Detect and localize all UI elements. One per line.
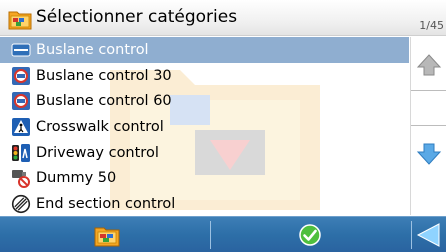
- list-item-label: Buslane control 60: [36, 93, 172, 110]
- list-item[interactable]: Driveway control: [0, 140, 409, 166]
- confirm-check-icon[interactable]: [296, 221, 324, 249]
- buslane-30-icon: [12, 66, 30, 85]
- list-item-label: Driveway control: [36, 144, 159, 161]
- rail-divider: [411, 125, 446, 126]
- back-arrow-icon[interactable]: [414, 221, 444, 249]
- category-list: Buslane control Buslane control 30 Busla…: [0, 37, 409, 217]
- folder-categories-icon: [8, 11, 32, 30]
- list-item[interactable]: End section control: [0, 191, 409, 217]
- toolbar-divider: [210, 221, 211, 249]
- title-bar: Sélectionner catégories 1/45: [0, 0, 446, 36]
- list-item[interactable]: Dummy 50: [0, 165, 409, 191]
- page-counter: 1/45: [419, 19, 444, 32]
- traffic-light-icon: [12, 143, 30, 162]
- toolbar-divider: [411, 221, 412, 249]
- scroll-down-icon[interactable]: [415, 140, 443, 168]
- rail-divider: [411, 90, 446, 91]
- list-item-label: Crosswalk control: [36, 118, 164, 135]
- page-title: Sélectionner catégories: [36, 7, 238, 27]
- scroll-up-icon[interactable]: [415, 51, 443, 79]
- list-item-label: Dummy 50: [36, 170, 117, 187]
- buslane-60-icon: [12, 92, 30, 111]
- categories-folder-icon[interactable]: [93, 221, 121, 249]
- list-item[interactable]: Crosswalk control: [0, 114, 409, 140]
- list-item[interactable]: Buslane control 30: [0, 63, 409, 89]
- list-item[interactable]: Buslane control: [0, 37, 409, 63]
- list-item-label: Buslane control: [36, 41, 149, 58]
- poi-category-screen: Sélectionner catégories 1/45 Buslane con…: [0, 0, 446, 252]
- buslane-icon: [11, 43, 31, 57]
- bottom-toolbar: [0, 216, 446, 252]
- list-item-label: Buslane control 30: [36, 67, 172, 84]
- scroll-rail: [410, 37, 446, 215]
- crosswalk-icon: [12, 117, 30, 136]
- end-section-icon: [11, 194, 31, 214]
- list-item-label: End section control: [36, 195, 176, 212]
- dummy-camera-icon: [12, 170, 30, 189]
- list-item[interactable]: Buslane control 60: [0, 88, 409, 114]
